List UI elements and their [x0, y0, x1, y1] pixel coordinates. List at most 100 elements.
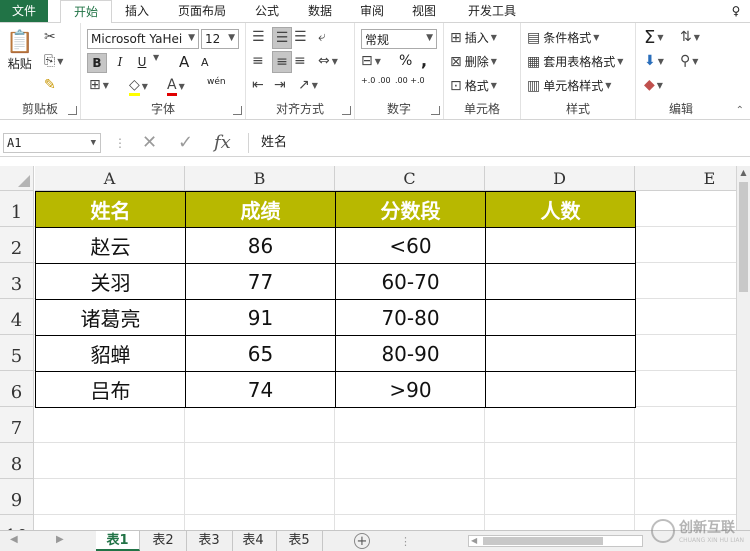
- table-cell[interactable]: 65: [185, 335, 336, 372]
- sheet-tab-5[interactable]: 表5: [276, 531, 323, 551]
- copy-button[interactable]: ⎘ ▼: [44, 53, 63, 69]
- sheet-tab-1[interactable]: 表1: [96, 531, 140, 551]
- grow-font-button[interactable]: A: [179, 53, 189, 71]
- formula-input[interactable]: 姓名: [248, 133, 750, 153]
- row-header-5[interactable]: 5: [0, 335, 34, 371]
- sheet-tab-2[interactable]: 表2: [140, 531, 187, 551]
- conditional-formatting-button[interactable]: ▤ 条件格式 ▼: [527, 29, 599, 46]
- table-cell[interactable]: 赵云: [35, 227, 186, 264]
- merge-center-button[interactable]: ⇔ ▼: [318, 53, 338, 69]
- add-sheet-button[interactable]: +: [354, 533, 370, 549]
- row-header-4[interactable]: 4: [0, 299, 34, 335]
- tab-view[interactable]: 视图: [402, 0, 446, 22]
- tab-developer[interactable]: 开发工具: [456, 0, 528, 22]
- table-cell[interactable]: >90: [335, 371, 486, 408]
- row-header-7[interactable]: 7: [0, 407, 34, 443]
- paste-button[interactable]: 📋 粘贴: [6, 31, 33, 72]
- prev-sheet-icon[interactable]: ◀: [10, 534, 18, 545]
- table-cell[interactable]: [485, 299, 636, 336]
- table-cell[interactable]: [485, 263, 636, 300]
- italic-button[interactable]: I: [111, 53, 129, 71]
- align-center-button[interactable]: ≡: [272, 51, 292, 73]
- font-size-select[interactable]: 12 ▼: [201, 29, 239, 49]
- format-as-table-button[interactable]: ▦ 套用表格格式 ▼: [527, 53, 623, 70]
- select-all-corner[interactable]: [0, 166, 34, 191]
- clear-button[interactable]: ◆ ▼: [644, 77, 663, 93]
- table-cell[interactable]: 吕布: [35, 371, 186, 408]
- percent-button[interactable]: %: [399, 53, 412, 69]
- column-header-a[interactable]: A: [35, 166, 185, 191]
- increase-decimal-button[interactable]: +.0 .00: [361, 77, 391, 85]
- number-format-select[interactable]: 常规 ▼: [361, 29, 437, 49]
- tab-page-layout[interactable]: 页面布局: [166, 0, 238, 22]
- tab-review[interactable]: 审阅: [350, 0, 394, 22]
- table-cell[interactable]: 91: [185, 299, 336, 336]
- insert-function-icon[interactable]: fx: [214, 133, 231, 153]
- tab-insert[interactable]: 插入: [114, 0, 160, 22]
- font-name-select[interactable]: Microsoft YaHei ▼: [87, 29, 199, 49]
- table-cell[interactable]: <60: [335, 227, 486, 264]
- underline-dropdown[interactable]: ▼: [151, 53, 159, 62]
- next-sheet-icon[interactable]: ▶: [56, 534, 64, 545]
- table-cell[interactable]: [485, 371, 636, 408]
- format-painter-button[interactable]: ✎: [44, 77, 56, 93]
- table-cell[interactable]: 70-80: [335, 299, 486, 336]
- collapse-ribbon-icon[interactable]: ⌃: [736, 105, 744, 116]
- table-cell[interactable]: 诸葛亮: [35, 299, 186, 336]
- bold-button[interactable]: B: [87, 53, 107, 73]
- font-color-button[interactable]: A ▼: [167, 77, 185, 96]
- column-header-b[interactable]: B: [185, 166, 335, 191]
- dialog-launcher-icon[interactable]: [68, 106, 77, 115]
- shrink-font-button[interactable]: A: [201, 56, 209, 69]
- scroll-left-icon[interactable]: ◀: [471, 536, 477, 545]
- row-header-1[interactable]: 1: [0, 191, 34, 227]
- align-top-button[interactable]: ☰: [252, 29, 265, 45]
- underline-button[interactable]: U: [133, 53, 151, 71]
- fill-color-button[interactable]: ◇ ▼: [129, 77, 148, 96]
- cancel-icon[interactable]: ✕: [142, 133, 157, 153]
- comma-button[interactable]: ,: [421, 51, 427, 70]
- table-cell[interactable]: 60-70: [335, 263, 486, 300]
- align-bottom-button[interactable]: ☰: [294, 29, 307, 45]
- name-box[interactable]: A1 ▼: [3, 133, 101, 153]
- table-header-cell[interactable]: 姓名: [35, 191, 186, 228]
- row-header-6[interactable]: 6: [0, 371, 34, 407]
- align-middle-button[interactable]: ☰: [272, 27, 292, 49]
- borders-button[interactable]: ⊞ ▼: [89, 77, 109, 93]
- column-header-e[interactable]: E: [635, 166, 750, 191]
- column-header-c[interactable]: C: [335, 166, 485, 191]
- phonetic-button[interactable]: wén: [207, 77, 226, 87]
- dialog-launcher-icon[interactable]: [233, 106, 242, 115]
- sort-filter-button[interactable]: ⇅ ▼: [680, 29, 700, 45]
- scroll-thumb[interactable]: [739, 182, 748, 292]
- orientation-button[interactable]: ↗ ▼: [298, 77, 318, 93]
- row-header-10[interactable]: 10: [0, 515, 34, 530]
- table-cell[interactable]: 77: [185, 263, 336, 300]
- wrap-text-button[interactable]: ⤶: [318, 29, 326, 45]
- table-cell[interactable]: 貂蝉: [35, 335, 186, 372]
- table-cell[interactable]: 86: [185, 227, 336, 264]
- table-header-cell[interactable]: 成绩: [185, 191, 336, 228]
- lightbulb-icon[interactable]: ♀: [726, 0, 746, 22]
- table-header-cell[interactable]: 分数段: [335, 191, 486, 228]
- accounting-button[interactable]: ⊟ ▼: [361, 53, 381, 69]
- sheet-tab-4[interactable]: 表4: [230, 531, 277, 551]
- table-header-cell[interactable]: 人数: [485, 191, 636, 228]
- dialog-launcher-icon[interactable]: [431, 106, 440, 115]
- cell-styles-button[interactable]: ▥ 单元格样式 ▼: [527, 77, 611, 94]
- find-select-button[interactable]: ⚲ ▼: [680, 53, 698, 69]
- tab-home[interactable]: 开始: [60, 0, 112, 24]
- tab-file[interactable]: 文件: [0, 0, 48, 22]
- cut-button[interactable]: ✂: [44, 29, 56, 45]
- scroll-up-icon[interactable]: ▲: [737, 166, 750, 179]
- sheet-tab-3[interactable]: 表3: [186, 531, 233, 551]
- insert-cells-button[interactable]: ⊞ 插入 ▼: [450, 29, 497, 46]
- table-cell[interactable]: 74: [185, 371, 336, 408]
- vertical-scrollbar[interactable]: ▲: [736, 166, 750, 530]
- table-cell[interactable]: [485, 335, 636, 372]
- row-header-9[interactable]: 9: [0, 479, 34, 515]
- table-cell[interactable]: 关羽: [35, 263, 186, 300]
- row-header-3[interactable]: 3: [0, 263, 34, 299]
- scroll-thumb[interactable]: [483, 537, 603, 545]
- increase-indent-button[interactable]: ⇥: [274, 77, 286, 93]
